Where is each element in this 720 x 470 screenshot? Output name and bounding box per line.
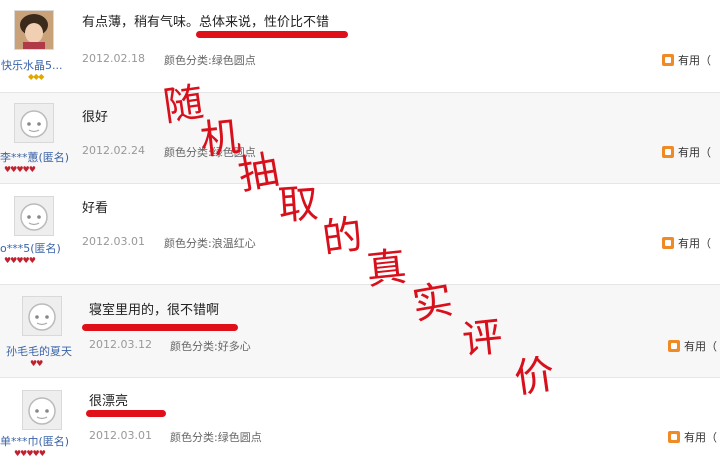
review-comment: 很漂亮 [89, 394, 129, 409]
avatar[interactable] [22, 390, 62, 430]
thumb-up-icon [662, 146, 674, 158]
review-comment: 好看 [82, 201, 109, 216]
helpful-button[interactable]: 有用（ [662, 144, 711, 160]
product-variant: 颜色分类:绿色圆点 [164, 54, 256, 67]
username[interactable]: 单***巾(匿名) [0, 433, 74, 449]
rank-badges: ♥♥ [30, 359, 43, 368]
review-comment: 很好 [82, 110, 109, 125]
rank-badges: ♥♥♥♥♥ [14, 449, 46, 458]
helpful-label: 有用（ [684, 431, 717, 444]
helpful-button[interactable]: 有用（ [668, 429, 717, 445]
rank-badges: ♥♥♥♥♥ [4, 165, 36, 174]
highlight-underline [196, 31, 348, 38]
review-item: o***5(匿名) ♥♥♥♥♥ 好看 2012.03.01 颜色分类:浪温红心 … [0, 186, 720, 276]
thumb-up-icon [662, 237, 674, 249]
helpful-label: 有用（ [678, 54, 711, 67]
avatar[interactable] [14, 10, 54, 50]
rank-badges: ♥♥♥♥♥ [4, 256, 36, 265]
product-variant: 颜色分类:浪温红心 [164, 237, 256, 250]
thumb-up-icon [662, 54, 674, 66]
highlight-underline [82, 324, 238, 331]
thumb-up-icon [668, 340, 680, 352]
product-variant: 颜色分类:绿色圆点 [164, 146, 256, 159]
review-item: 单***巾(匿名) ♥♥♥♥♥ 很漂亮 2012.03.01 颜色分类:绿色圆点… [0, 380, 720, 470]
review-comment: 有点薄，稍有气味。总体来说，性价比不错 [82, 15, 330, 30]
review-date: 2012.02.24 [82, 144, 145, 157]
thumb-up-icon [668, 431, 680, 443]
helpful-label: 有用（ [678, 237, 711, 250]
review-item: 李***蕙(匿名) ♥♥♥♥♥ 很好 2012.02.24 颜色分类:绿色圆点 … [0, 92, 720, 184]
avatar[interactable] [22, 296, 62, 336]
username[interactable]: o***5(匿名) [0, 240, 74, 256]
review-item: 孙毛毛的夏天 ♥♥ 寝室里用的，很不错啊 2012.03.12 颜色分类:好多心… [0, 284, 720, 378]
helpful-button[interactable]: 有用（ [662, 52, 711, 68]
review-item: 快乐水晶5... ◆◆◆ 有点薄，稍有气味。总体来说，性价比不错 2012.02… [0, 0, 720, 88]
username[interactable]: 李***蕙(匿名) [0, 149, 74, 165]
helpful-button[interactable]: 有用（ [668, 338, 717, 354]
review-date: 2012.03.01 [82, 235, 145, 248]
review-date: 2012.03.12 [89, 338, 152, 351]
helpful-button[interactable]: 有用（ [662, 235, 711, 251]
helpful-label: 有用（ [684, 340, 717, 353]
username[interactable]: 孙毛毛的夏天 [6, 343, 80, 359]
review-date: 2012.03.01 [89, 429, 152, 442]
highlight-underline [86, 410, 166, 417]
rank-badges: ◆◆◆ [28, 72, 45, 81]
review-comment: 寝室里用的，很不错啊 [89, 303, 220, 318]
username[interactable]: 快乐水晶5... [1, 57, 69, 73]
avatar[interactable] [14, 196, 54, 236]
product-variant: 颜色分类:绿色圆点 [170, 431, 262, 444]
avatar[interactable] [14, 103, 54, 143]
product-variant: 颜色分类:好多心 [170, 340, 251, 353]
review-date: 2012.02.18 [82, 52, 145, 65]
helpful-label: 有用（ [678, 146, 711, 159]
